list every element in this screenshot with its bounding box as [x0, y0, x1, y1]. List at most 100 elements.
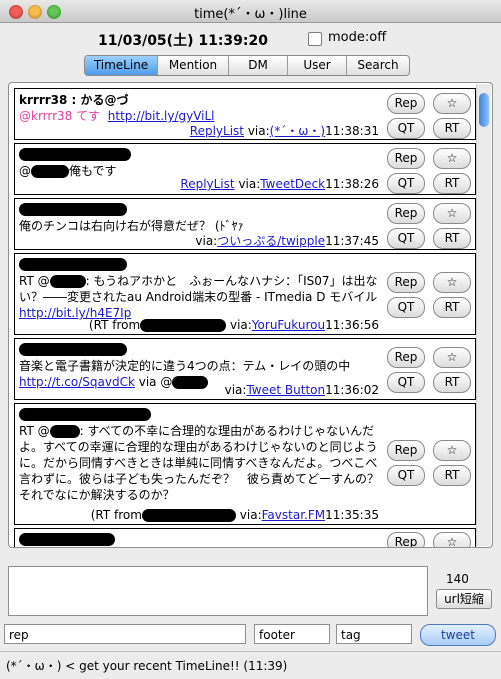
qt-button[interactable]: QT	[387, 118, 425, 139]
via-prefix: via:	[239, 508, 262, 522]
tweet-link[interactable]: http://t.co/SqavdCk	[19, 375, 135, 389]
client-link[interactable]: ついっぷる/twipple	[217, 234, 325, 248]
rt-from-label: (RT from	[90, 508, 142, 522]
mode-label: mode:off	[328, 30, 387, 45]
rep-button[interactable]: Rep	[387, 272, 425, 293]
redacted-name	[172, 376, 209, 389]
redacted-name	[141, 509, 236, 522]
tweet-meta: (RT from via:Favstar.FM11:35:35	[91, 508, 379, 522]
rep-button[interactable]: Rep	[387, 440, 425, 461]
fav-button[interactable]: ☆	[433, 93, 471, 114]
tab-search[interactable]: Search	[347, 56, 409, 75]
client-link[interactable]: Favstar.FM	[262, 508, 325, 522]
rep-field[interactable]: rep	[4, 624, 246, 644]
tweet-item: Rep ☆	[14, 528, 476, 547]
tweet-item: RT @: すべての不幸に合理的な理由があるわけじゃないんだよ。すべての幸運に合…	[14, 403, 476, 525]
tab-timeline[interactable]: TimeLine	[85, 56, 158, 75]
client-link[interactable]: Tweet Button	[246, 383, 325, 397]
client-link[interactable]: TweetDeck	[260, 177, 325, 191]
redacted-name	[140, 319, 227, 332]
rt-prefix: RT @	[19, 274, 50, 288]
rt-button[interactable]: RT	[433, 297, 471, 318]
tab-mention[interactable]: Mention	[158, 56, 229, 75]
qt-button[interactable]: QT	[387, 297, 425, 318]
tweet-item: 音楽と電子書籍が決定的に違う4つの点：テム・レイの頭の中 http://t.co…	[14, 338, 476, 400]
via-at-label: via @	[138, 375, 173, 389]
tweet-meta: ReplyList via:(*´・ω・)11:38:31	[190, 122, 379, 139]
client-link[interactable]: (*´・ω・)	[270, 124, 325, 138]
tweet-mention[interactable]: @krrrr38 てす	[19, 109, 100, 123]
timeline-panel[interactable]: krrrr38 : かる@づ @krrrr38 てす http://bit.ly…	[8, 82, 493, 548]
char-count: 140	[446, 572, 469, 586]
tab-dm[interactable]: DM	[229, 56, 288, 75]
url-shorten-button[interactable]: url短縮	[436, 589, 492, 609]
tweet-user-redacted	[19, 202, 127, 216]
via-prefix: via:	[224, 383, 247, 397]
current-datetime: 11/03/05(土) 11:39:20	[98, 33, 268, 49]
fav-button[interactable]: ☆	[433, 203, 471, 224]
qt-button[interactable]: QT	[387, 173, 425, 194]
title-bar: time(*´・ω・)line	[0, 0, 501, 23]
client-link[interactable]: YoruFukurou	[252, 318, 325, 332]
via-prefix: via:	[247, 124, 270, 138]
rep-button[interactable]: Rep	[387, 203, 425, 224]
mode-checkbox[interactable]	[308, 32, 322, 46]
tweet-link[interactable]: http://bit.ly/gyViLl	[108, 109, 215, 123]
via-prefix: via:	[238, 177, 261, 191]
qt-button[interactable]: QT	[387, 228, 425, 249]
qt-button[interactable]: QT	[387, 465, 425, 486]
scrollbar-thumb[interactable]	[479, 93, 489, 127]
tab-user[interactable]: User	[288, 56, 347, 75]
fav-button[interactable]: ☆	[433, 148, 471, 169]
rt-button[interactable]: RT	[433, 372, 471, 393]
tweet-item: 俺のチンコは右向け右が得意だぜ？ (ﾄﾞﾔｧ via:ついっぷる/twipple…	[14, 198, 476, 250]
fav-button[interactable]: ☆	[433, 272, 471, 293]
rt-prefix: RT @	[19, 424, 50, 438]
compose-textarea[interactable]	[8, 566, 428, 616]
tweet-button[interactable]: tweet	[420, 624, 496, 646]
rep-button[interactable]: Rep	[387, 347, 425, 368]
rep-button[interactable]: Rep	[387, 93, 425, 114]
status-text: (*´・ω・) < get your recent TimeLine!! (11…	[6, 659, 288, 673]
tweet-meta: via:ついっぷる/twipple11:37:45	[195, 232, 379, 249]
rt-button[interactable]: RT	[433, 118, 471, 139]
tweet-user-redacted	[19, 147, 131, 161]
status-bar: (*´・ω・) < get your recent TimeLine!! (11…	[0, 651, 501, 679]
replylist-link[interactable]: ReplyList	[190, 124, 244, 138]
tweet-meta: via:Tweet Button11:36:02	[225, 383, 379, 397]
qt-button[interactable]: QT	[387, 372, 425, 393]
tweet-user-redacted	[19, 257, 127, 271]
tweet-body: 俺もです	[69, 164, 117, 178]
tweet-body: 音楽と電子書籍が決定的に違う4つの点：テム・レイの頭の中	[19, 359, 351, 373]
tweet-item: @ 俺もです ReplyList via:TweetDeck11:38:26 Re…	[14, 143, 476, 195]
redacted-name	[49, 275, 86, 288]
rep-button[interactable]: Rep	[387, 532, 425, 547]
rt-from-label: (RT from	[88, 318, 141, 332]
tweet-user: krrrr38 : かる@づ	[19, 93, 129, 107]
rep-button[interactable]: Rep	[387, 148, 425, 169]
via-prefix: via:	[229, 318, 252, 332]
tweet-text: RT @: もうねアホかと ふぉーんなハナシ：「IS07」は出ない？――変更され…	[19, 273, 381, 321]
app-window: time(*´・ω・)line 11/03/05(土) 11:39:20 mod…	[0, 0, 501, 679]
rt-button[interactable]: RT	[433, 228, 471, 249]
rt-button[interactable]: RT	[433, 465, 471, 486]
tweet-meta: ReplyList via:TweetDeck11:38:26	[180, 177, 379, 191]
fav-button[interactable]: ☆	[433, 440, 471, 461]
footer-field[interactable]: footer	[254, 624, 330, 644]
tweet-time: 11:37:45	[325, 234, 379, 248]
timeline-scrollbar[interactable]	[476, 84, 491, 546]
tweet-text: RT @: すべての不幸に合理的な理由があるわけじゃないんだよ。すべての幸運に合…	[19, 423, 391, 503]
tweet-time: 11:36:56	[325, 318, 379, 332]
fav-button[interactable]: ☆	[433, 347, 471, 368]
redacted-name	[31, 165, 69, 178]
tweet-user-redacted	[19, 342, 127, 356]
replylist-link[interactable]: ReplyList	[180, 177, 234, 191]
tag-field[interactable]: tag	[336, 624, 412, 644]
rt-button[interactable]: RT	[433, 173, 471, 194]
tweet-item: krrrr38 : かる@づ @krrrr38 てす http://bit.ly…	[14, 88, 476, 140]
tweet-time: 11:35:35	[325, 508, 379, 522]
fav-button[interactable]: ☆	[433, 532, 471, 547]
tweet-time: 11:38:26	[325, 177, 379, 191]
tweet-meta: (RT from via:YoruFukurou11:36:56	[89, 318, 379, 332]
tweet-user-redacted	[19, 532, 115, 546]
